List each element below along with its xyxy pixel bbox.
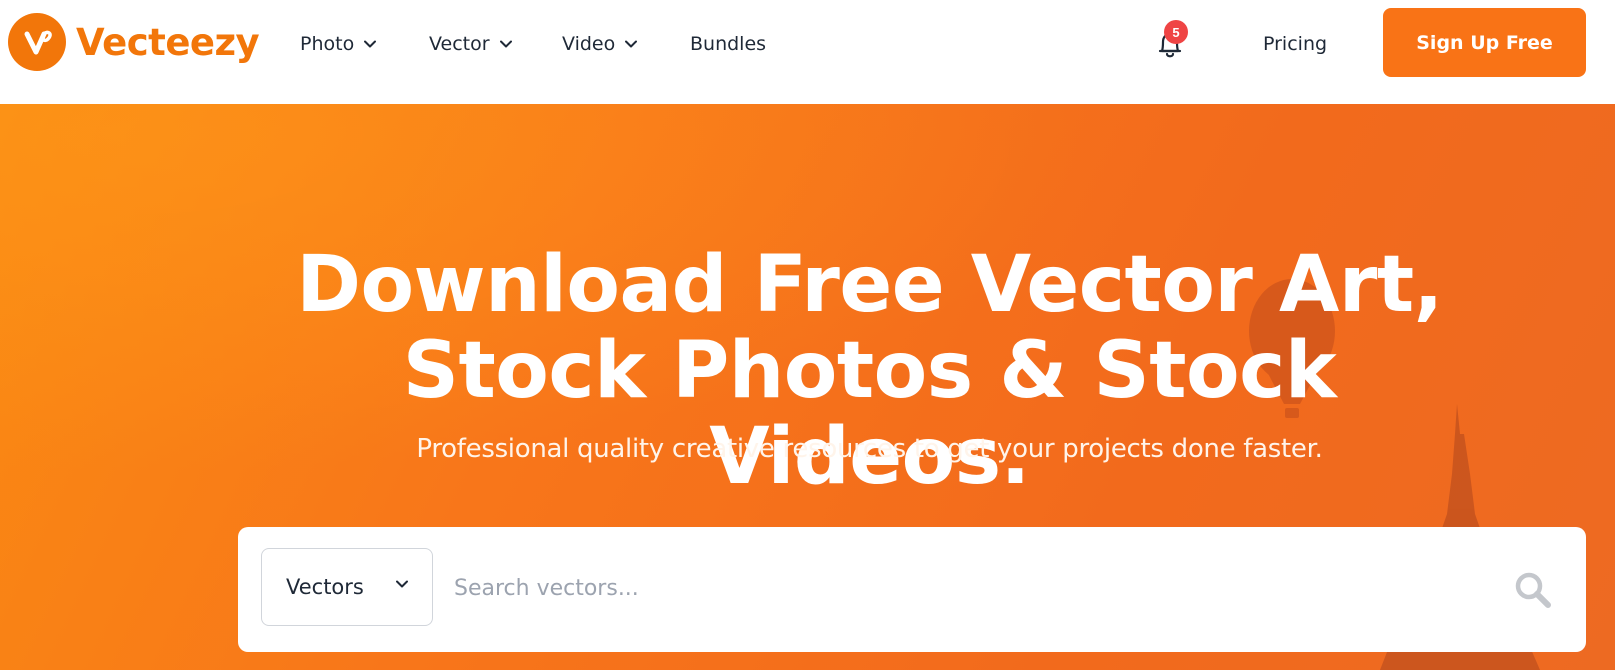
nav-vector[interactable]: Vector bbox=[429, 30, 512, 58]
hero-section: Download Free Vector Art, Stock Photos &… bbox=[0, 104, 1615, 670]
hero-subtitle: Professional quality creative resources … bbox=[416, 434, 1323, 464]
hero-title-line-2: Stock Photos & Stock Videos. bbox=[402, 326, 1337, 502]
chevron-down-icon bbox=[396, 580, 408, 588]
notification-count-badge: 5 bbox=[1164, 20, 1188, 44]
search-icon bbox=[1515, 572, 1551, 608]
logo[interactable]: Vecteezy bbox=[8, 12, 260, 72]
chevron-down-icon bbox=[625, 40, 638, 48]
nav-video-label: Video bbox=[562, 33, 616, 55]
nav-bundles[interactable]: Bundles bbox=[690, 30, 766, 58]
search-bar: Vectors bbox=[238, 527, 1586, 652]
search-category-value: Vectors bbox=[286, 575, 364, 599]
vecteezy-logo-icon bbox=[8, 13, 66, 71]
nav-vector-label: Vector bbox=[429, 33, 490, 55]
top-navigation: Vecteezy Photo Vector Video Bundles 5 Pr… bbox=[0, 0, 1615, 104]
nav-video[interactable]: Video bbox=[562, 30, 638, 58]
hero-title-line-1: Download Free Vector Art, bbox=[296, 240, 1443, 330]
chevron-down-icon bbox=[364, 40, 377, 48]
search-category-select[interactable]: Vectors bbox=[261, 548, 433, 626]
search-button[interactable] bbox=[1511, 568, 1555, 612]
chevron-down-icon bbox=[499, 40, 512, 48]
nav-bundles-label: Bundles bbox=[690, 33, 767, 55]
nav-photo[interactable]: Photo bbox=[300, 30, 377, 58]
pricing-link[interactable]: Pricing bbox=[1263, 30, 1327, 58]
page: Vecteezy Photo Vector Video Bundles 5 Pr… bbox=[0, 0, 1615, 670]
nav-photo-label: Photo bbox=[300, 33, 355, 55]
brand-name: Vecteezy bbox=[76, 20, 260, 64]
search-input[interactable] bbox=[454, 551, 1464, 625]
sign-up-button[interactable]: Sign Up Free bbox=[1383, 8, 1586, 77]
